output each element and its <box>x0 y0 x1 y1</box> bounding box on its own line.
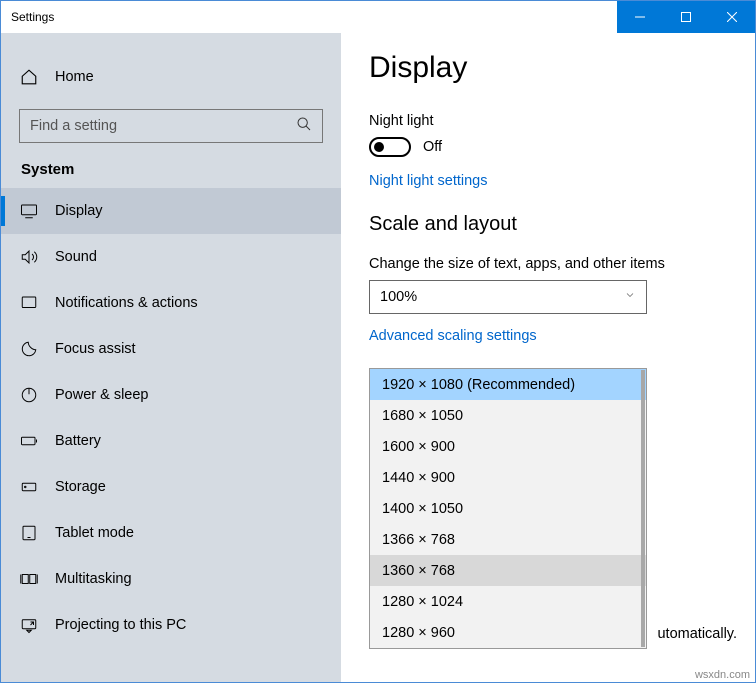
projecting-icon <box>19 616 39 634</box>
sidebar-item-multitasking[interactable]: Multitasking <box>1 556 341 602</box>
scale-value: 100% <box>380 289 417 305</box>
resolution-option[interactable]: 1440 × 900 <box>370 462 646 493</box>
scale-dropdown[interactable]: 100% <box>369 280 647 314</box>
sidebar-item-label: Display <box>55 203 103 219</box>
sidebar-item-notifications[interactable]: Notifications & actions <box>1 280 341 326</box>
storage-icon <box>19 478 39 496</box>
resolution-option[interactable]: 1600 × 900 <box>370 431 646 462</box>
resolution-option[interactable]: 1360 × 768 <box>370 555 646 586</box>
night-light-toggle[interactable] <box>369 137 411 157</box>
sidebar-item-label: Storage <box>55 479 106 495</box>
sidebar-item-power[interactable]: Power & sleep <box>1 372 341 418</box>
sidebar-item-label: Sound <box>55 249 97 265</box>
partial-text: utomatically. <box>657 626 737 642</box>
advanced-scaling-link[interactable]: Advanced scaling settings <box>369 328 755 344</box>
scale-caption: Change the size of text, apps, and other… <box>369 256 755 272</box>
power-icon <box>19 386 39 404</box>
sidebar-item-sound[interactable]: Sound <box>1 234 341 280</box>
night-light-label: Night light <box>369 113 755 129</box>
section-title: System <box>1 161 341 178</box>
sidebar-item-storage[interactable]: Storage <box>1 464 341 510</box>
sidebar-item-label: Multitasking <box>55 571 132 587</box>
sidebar-item-battery[interactable]: Battery <box>1 418 341 464</box>
page-heading: Display <box>369 51 755 85</box>
night-light-settings-link[interactable]: Night light settings <box>369 173 755 189</box>
close-button[interactable] <box>709 1 755 33</box>
multitasking-icon <box>19 570 39 588</box>
tablet-icon <box>19 524 39 542</box>
chevron-down-icon <box>624 289 636 305</box>
resolution-option[interactable]: 1400 × 1050 <box>370 493 646 524</box>
resolution-option[interactable]: 1920 × 1080 (Recommended) <box>370 369 646 400</box>
scale-heading: Scale and layout <box>369 213 755 236</box>
sidebar-item-label: Battery <box>55 433 101 449</box>
search-field[interactable] <box>30 118 296 134</box>
focus-icon <box>19 340 39 358</box>
home-button[interactable]: Home <box>1 57 341 97</box>
attribution: wsxdn.com <box>695 669 750 681</box>
resolution-option[interactable]: 1280 × 960 <box>370 617 646 648</box>
titlebar: Settings <box>1 1 755 33</box>
night-light-state: Off <box>423 139 442 155</box>
scrollbar[interactable] <box>641 370 645 647</box>
resolution-option[interactable]: 1366 × 768 <box>370 524 646 555</box>
maximize-button[interactable] <box>663 1 709 33</box>
home-label: Home <box>55 69 94 85</box>
sidebar: Home System Display Sound Notifications & … <box>1 33 341 682</box>
content: Display Night light Off Night light sett… <box>341 33 755 682</box>
home-icon <box>19 68 39 86</box>
notifications-icon <box>19 294 39 312</box>
sidebar-item-display[interactable]: Display <box>1 188 341 234</box>
sidebar-item-label: Projecting to this PC <box>55 617 186 633</box>
minimize-button[interactable] <box>617 1 663 33</box>
window-title: Settings <box>1 10 617 24</box>
resolution-option[interactable]: 1680 × 1050 <box>370 400 646 431</box>
resolution-option[interactable]: 1280 × 1024 <box>370 586 646 617</box>
resolution-dropdown-list[interactable]: 1920 × 1080 (Recommended)1680 × 10501600… <box>369 368 647 649</box>
battery-icon <box>19 432 39 450</box>
search-icon <box>296 116 312 137</box>
sound-icon <box>19 248 39 266</box>
search-input[interactable] <box>19 109 323 143</box>
display-icon <box>19 202 39 220</box>
sidebar-item-focus[interactable]: Focus assist <box>1 326 341 372</box>
sidebar-item-label: Power & sleep <box>55 387 149 403</box>
sidebar-item-label: Focus assist <box>55 341 136 357</box>
sidebar-item-label: Notifications & actions <box>55 295 198 311</box>
sidebar-item-projecting[interactable]: Projecting to this PC <box>1 602 341 648</box>
sidebar-item-tablet[interactable]: Tablet mode <box>1 510 341 556</box>
sidebar-item-label: Tablet mode <box>55 525 134 541</box>
